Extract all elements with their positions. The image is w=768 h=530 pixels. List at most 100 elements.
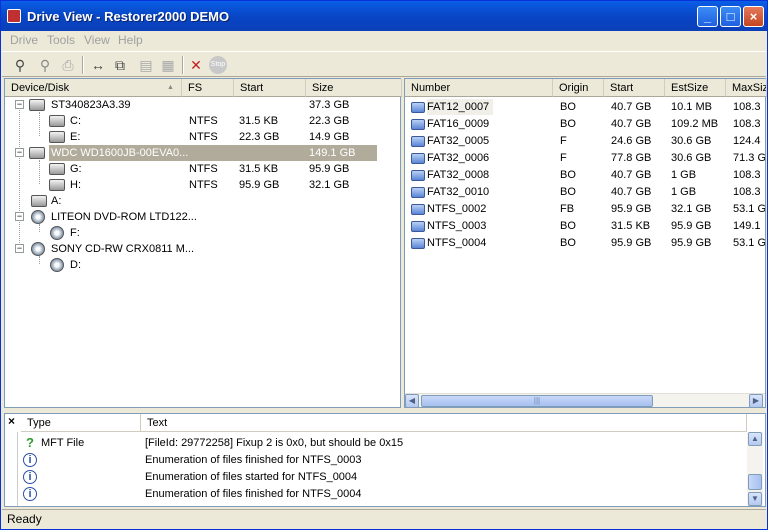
files-icon[interactable]: ▦ (158, 55, 178, 75)
search-icon[interactable]: ⚲ (10, 55, 30, 75)
window-title: Drive View - Restorer2000 DEMO (27, 9, 230, 24)
tree-row-partition[interactable]: H: NTFS 95.9 GB 32.1 GB (5, 177, 400, 193)
log-row[interactable]: i Enumeration of files finished for NTFS_… (5, 452, 745, 468)
collapse-icon[interactable]: − (15, 100, 24, 109)
tree-row-cd[interactable]: F: (5, 225, 400, 241)
hard-disk-icon (29, 147, 45, 159)
toolbar: ⚲ ⚲ ⎙ ↔ ⧉ ▤ ▦ ✕ Stop (2, 51, 766, 77)
tree-row-partition[interactable]: G: NTFS 31.5 KB 95.9 GB (5, 161, 400, 177)
floppy-drive-icon (31, 195, 47, 207)
column-text[interactable]: Text (141, 414, 747, 432)
info-icon: i (23, 453, 37, 467)
log-text: [FileId: 29772258] Fixup 2 is 0x0, but s… (145, 437, 404, 449)
partition-row[interactable]: FAT32_0008 BO 40.7 GB 1 GB 108.3 (405, 167, 765, 183)
tree-row-floppy[interactable]: A: (5, 193, 400, 209)
tree-row-size: 95.9 GB (309, 163, 350, 175)
column-fs[interactable]: FS (182, 79, 234, 97)
column-type[interactable]: Type (21, 414, 141, 432)
partition-start: 77.8 GB (611, 152, 652, 164)
log-row[interactable]: i Enumeration of files finished for NTFS_… (5, 486, 745, 502)
tree-row-name: ST340823A3.39 (51, 99, 131, 111)
device-tree-pane[interactable]: Device/Disk ▲ FS Start Size − ST340823A3.… (4, 78, 402, 408)
partition-icon (411, 238, 425, 249)
paste-icon[interactable]: ▤ (136, 55, 156, 75)
cdrw-drive-icon (31, 242, 45, 256)
column-size[interactable]: Size (306, 79, 402, 97)
tree-row-partition[interactable]: E: NTFS 22.3 GB 14.9 GB (5, 129, 400, 145)
tree-row-disk[interactable]: − ST340823A3.39 37.3 GB (5, 97, 400, 113)
menu-help[interactable]: Help (118, 33, 143, 47)
stop-icon[interactable]: Stop (209, 56, 227, 74)
tree-row-cd[interactable]: D: (5, 257, 400, 273)
delete-icon[interactable]: ✕ (186, 55, 206, 75)
maximize-button[interactable]: □ (720, 6, 741, 27)
column-maxsize[interactable]: MaxSiz (726, 79, 767, 97)
scroll-up-button[interactable]: ▲ (748, 432, 762, 446)
column-origin[interactable]: Origin (553, 79, 604, 97)
drive-icon (49, 163, 65, 175)
column-device-disk[interactable]: Device/Disk ▲ (5, 79, 182, 97)
tree-row-partition[interactable]: C: NTFS 31.5 KB 22.3 GB (5, 113, 400, 129)
log-pane[interactable]: × Type Text ? MFT File [FileId: 29772258] … (4, 413, 766, 507)
partition-row[interactable]: FAT32_0010 BO 40.7 GB 1 GB 108.3 (405, 184, 765, 200)
tree-row-size: 14.9 GB (309, 131, 350, 143)
partition-start: 40.7 GB (611, 101, 652, 113)
partition-row[interactable]: FAT12_0007 BO 40.7 GB 10.1 MB 108.3 (405, 99, 765, 115)
scroll-down-button[interactable]: ▼ (748, 492, 762, 506)
print-icon[interactable]: ⎙ (58, 55, 78, 75)
scroll-left-button[interactable]: ◀ (405, 394, 419, 408)
partition-row[interactable]: NTFS_0004 BO 95.9 GB 95.9 GB 53.1 G (405, 235, 765, 251)
question-icon: ? (26, 435, 34, 450)
close-log-icon[interactable]: × (8, 414, 15, 428)
partition-maxsize: 108.3 (733, 186, 761, 198)
column-start[interactable]: Start (604, 79, 665, 97)
collapse-icon[interactable]: − (15, 244, 24, 253)
partition-row[interactable]: NTFS_0003 BO 31.5 KB 95.9 GB 149.1 (405, 218, 765, 234)
partition-origin: BO (560, 101, 576, 113)
drive-icon (49, 115, 65, 127)
partition-row[interactable]: FAT32_0006 F 77.8 GB 30.6 GB 71.3 G (405, 150, 765, 166)
vertical-scrollbar[interactable]: ▲ ▼ (747, 432, 763, 506)
partition-number: FAT32_0008 (427, 169, 490, 181)
minimize-button[interactable]: _ (697, 6, 718, 27)
scan-icon[interactable]: ⚲ (35, 55, 55, 75)
tree-row-disk-selected[interactable]: WDC WD1600JB-00EVA0... 149.1 GB (49, 145, 377, 161)
menu-tools[interactable]: Tools (47, 33, 75, 47)
partition-estsize: 95.9 GB (671, 220, 712, 232)
cd-icon (50, 258, 64, 272)
close-button[interactable]: × (743, 6, 764, 27)
collapse-icon[interactable]: − (15, 148, 24, 157)
partition-maxsize: 108.3 (733, 169, 761, 181)
menu-drive[interactable]: Drive (10, 33, 38, 47)
tree-row-name: H: (70, 179, 81, 191)
partition-row[interactable]: FAT16_0009 BO 40.7 GB 109.2 MB 108.3 (405, 116, 765, 132)
partition-row[interactable]: NTFS_0002 FB 95.9 GB 32.1 GB 53.1 G (405, 201, 765, 217)
info-icon: i (23, 487, 37, 501)
tree-row-name: SONY CD-RW CRX0811 M... (51, 243, 195, 255)
scroll-right-button[interactable]: ▶ (749, 394, 763, 408)
partition-list-pane[interactable]: Number Origin Start EstSize MaxSiz FAT12… (404, 78, 767, 408)
column-start[interactable]: Start (234, 79, 306, 97)
title-bar[interactable]: Drive View - Restorer2000 DEMO _ □ × (1, 1, 767, 31)
partition-number: FAT16_0009 (427, 118, 490, 130)
scroll-thumb[interactable] (748, 474, 762, 490)
column-estsize[interactable]: EstSize (665, 79, 726, 97)
horizontal-scrollbar[interactable]: ◀ ||| ▶ (405, 393, 765, 408)
log-row[interactable]: ? MFT File [FileId: 29772258] Fixup 2 is 0… (5, 435, 745, 451)
tree-row-dvd[interactable]: − LITEON DVD-ROM LTD122... (5, 209, 400, 225)
tree-row-cdrw[interactable]: − SONY CD-RW CRX0811 M... (5, 241, 400, 257)
partition-origin: BO (560, 220, 576, 232)
copy-icon[interactable]: ⧉ (110, 55, 130, 75)
menu-view[interactable]: View (84, 33, 110, 47)
scroll-thumb[interactable]: ||| (421, 395, 653, 407)
tree-row-name: F: (70, 227, 80, 239)
collapse-icon[interactable]: − (15, 212, 24, 221)
arrows-icon[interactable]: ↔ (88, 55, 108, 75)
partition-icon (411, 136, 425, 147)
partition-start: 40.7 GB (611, 186, 652, 198)
column-number[interactable]: Number (405, 79, 553, 97)
log-row[interactable]: i Enumeration of files started for NTFS_0… (5, 469, 745, 485)
tree-row-name: LITEON DVD-ROM LTD122... (51, 211, 197, 223)
status-bar: Ready (2, 509, 766, 529)
partition-row[interactable]: FAT32_0005 F 24.6 GB 30.6 GB 124.4 (405, 133, 765, 149)
